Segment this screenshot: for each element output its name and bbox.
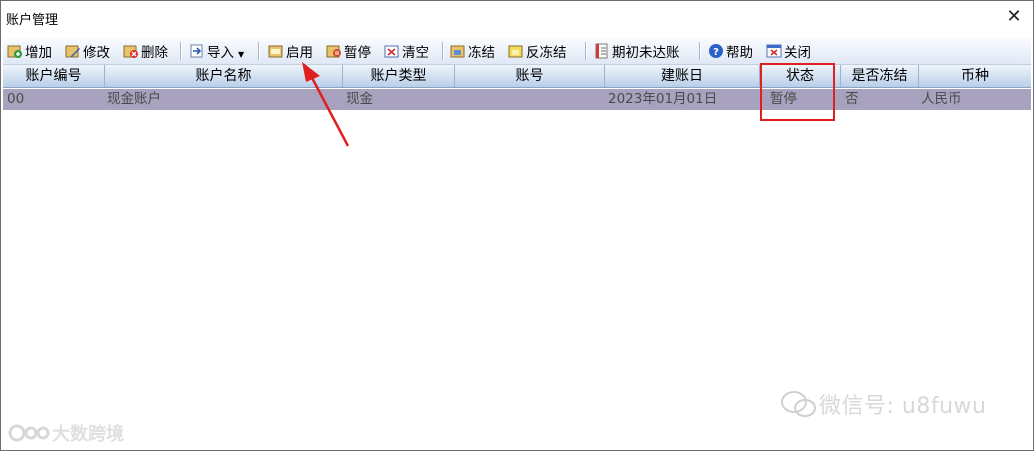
- wechat-icon: [781, 391, 816, 417]
- wechat-watermark: 微信号: u8fuwu: [779, 388, 986, 420]
- brand-text: 大数跨境: [52, 424, 124, 445]
- close-label: 关闭: [784, 45, 811, 61]
- status-highlight-box: [760, 63, 835, 121]
- edit-label: 修改: [83, 45, 110, 61]
- cell-name: 现金账户: [107, 91, 161, 107]
- svg-text:?: ?: [713, 47, 719, 58]
- account-management-window: 账户管理 ✕ 增加 修改 删除 导入 ▼ 启用 暂停 清空 冻结 反冻结 期初未…: [0, 0, 1034, 451]
- chevron-down-icon: ▼: [238, 49, 245, 59]
- cell-code: 00: [7, 91, 25, 107]
- brand-watermark: 大数跨境: [8, 420, 124, 446]
- column-header-currency[interactable]: 币种: [919, 65, 1031, 87]
- edit-button[interactable]: 修改: [65, 41, 110, 61]
- delete-label: 删除: [141, 45, 168, 61]
- window-close-button[interactable]: ✕: [1001, 5, 1027, 29]
- opening-balance-label: 期初未达账: [612, 45, 680, 61]
- opening-balance-button[interactable]: 期初未达账: [594, 41, 680, 61]
- toolbar-separator: [699, 42, 701, 60]
- add-label: 增加: [25, 45, 52, 61]
- help-button[interactable]: ? 帮助: [708, 41, 753, 61]
- add-icon: [7, 45, 22, 58]
- delete-icon: [123, 45, 138, 58]
- window-title: 账户管理: [6, 13, 59, 28]
- table-header: 账户编号 账户名称 账户类型 账号 建账日 状态 是否冻结 币种: [3, 65, 1031, 88]
- enable-label: 启用: [286, 45, 313, 61]
- brand-logo-icon: [8, 424, 50, 442]
- cell-frozen: 否: [845, 91, 859, 107]
- help-icon: ?: [709, 44, 723, 58]
- import-icon: [190, 44, 203, 58]
- wechat-id-text: 微信号: u8fuwu: [819, 394, 987, 419]
- freeze-label: 冻结: [468, 45, 495, 61]
- clear-button[interactable]: 清空: [384, 41, 429, 61]
- toolbar: 增加 修改 删除 导入 ▼ 启用 暂停 清空 冻结 反冻结 期初未达账 ? 帮助…: [3, 38, 1031, 65]
- unfreeze-icon: [508, 45, 523, 58]
- unfreeze-button[interactable]: 反冻结: [508, 41, 567, 61]
- edit-icon: [65, 45, 80, 58]
- toolbar-separator: [585, 42, 587, 60]
- clear-icon: [384, 45, 399, 58]
- column-header-open-date[interactable]: 建账日: [605, 65, 760, 87]
- import-button[interactable]: 导入 ▼: [189, 41, 244, 61]
- cell-open-date: 2023年01月01日: [608, 91, 718, 107]
- help-label: 帮助: [726, 45, 753, 61]
- column-header-frozen[interactable]: 是否冻结: [841, 65, 919, 87]
- toolbar-separator: [258, 42, 260, 60]
- close-icon: [766, 44, 782, 58]
- freeze-button[interactable]: 冻结: [450, 41, 495, 61]
- pause-label: 暂停: [344, 45, 371, 61]
- add-button[interactable]: 增加: [7, 41, 52, 61]
- close-button[interactable]: 关闭: [766, 41, 811, 61]
- column-header-code[interactable]: 账户编号: [3, 65, 105, 87]
- title-bar: 账户管理 ✕: [1, 1, 1033, 34]
- opening-balance-icon: [595, 43, 608, 59]
- delete-button[interactable]: 删除: [123, 41, 168, 61]
- table-row[interactable]: 00 现金账户 现金 2023年01月01日 暂停 否 人民币: [3, 89, 1031, 110]
- annotation-arrow-icon: [302, 62, 350, 147]
- column-header-account-no[interactable]: 账号: [455, 65, 605, 87]
- pause-button[interactable]: 暂停: [326, 41, 371, 61]
- cell-currency: 人民币: [921, 91, 962, 107]
- import-label: 导入: [207, 45, 234, 61]
- unfreeze-label: 反冻结: [526, 45, 567, 61]
- pause-icon: [326, 45, 341, 58]
- toolbar-separator: [442, 42, 444, 60]
- enable-icon: [268, 45, 283, 58]
- clear-label: 清空: [402, 45, 429, 61]
- enable-button[interactable]: 启用: [268, 41, 313, 61]
- freeze-icon: [450, 45, 465, 58]
- toolbar-separator: [180, 42, 182, 60]
